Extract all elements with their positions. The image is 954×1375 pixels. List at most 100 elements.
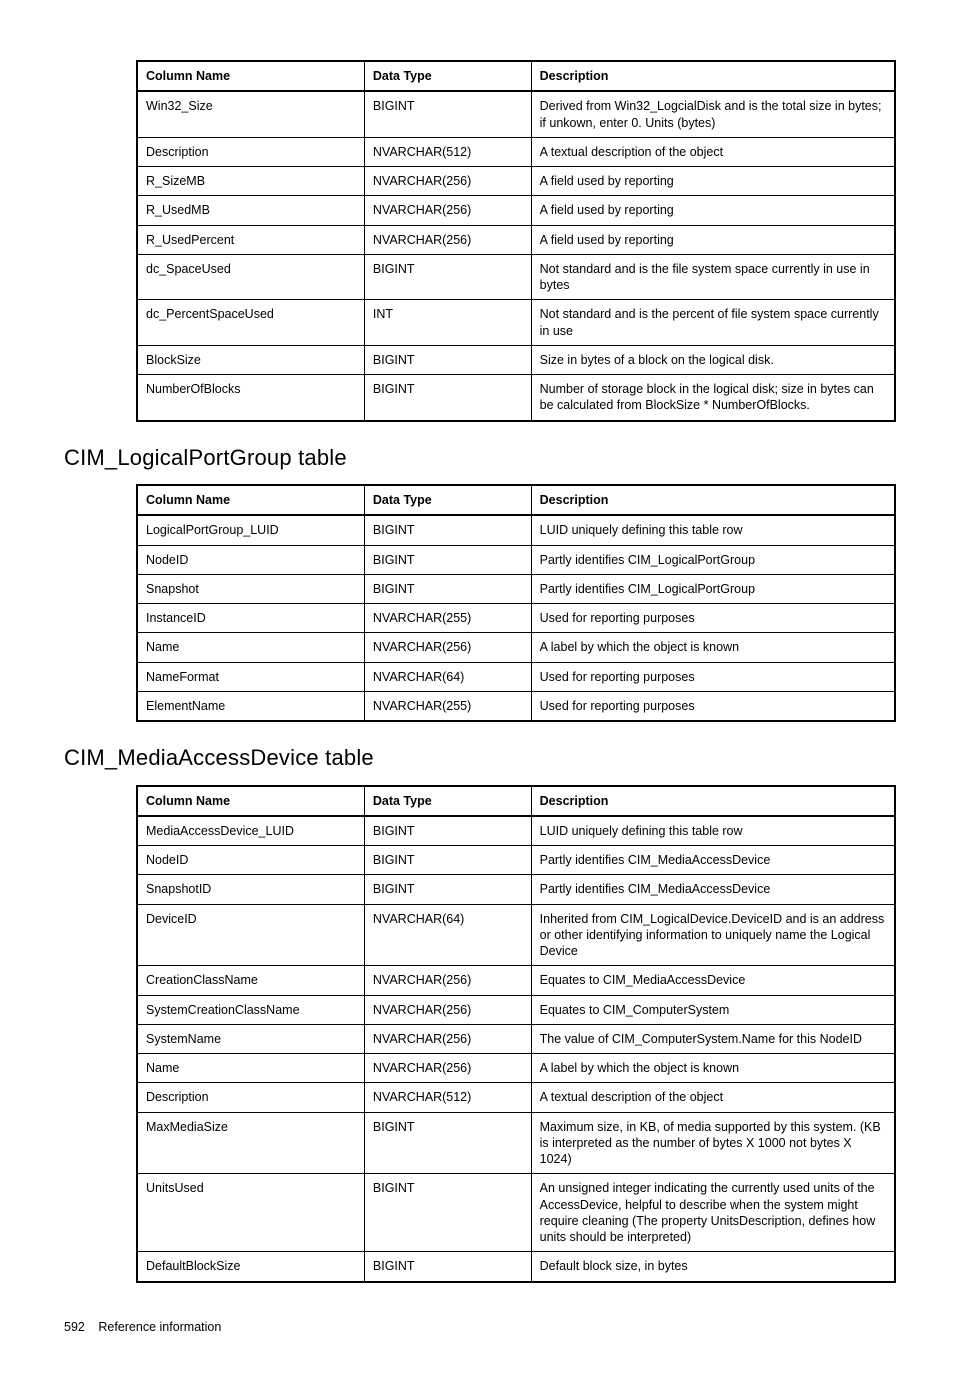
cell-type: NVARCHAR(256): [364, 633, 531, 662]
cell-col: ElementName: [137, 691, 364, 721]
table-header-row: Column Name Data Type Description: [137, 485, 895, 515]
cell-type: NVARCHAR(256): [364, 196, 531, 225]
schema-table-3: Column Name Data Type Description MediaA…: [136, 785, 896, 1283]
table-body-1: Win32_SizeBIGINTDerived from Win32_Logci…: [137, 91, 895, 420]
cell-type: BIGINT: [364, 254, 531, 300]
cell-desc: Partly identifies CIM_LogicalPortGroup: [531, 545, 895, 574]
schema-table-1: Column Name Data Type Description Win32_…: [136, 60, 896, 422]
cell-desc: Not standard and is the percent of file …: [531, 300, 895, 346]
table-row: UnitsUsedBIGINTAn unsigned integer indic…: [137, 1174, 895, 1252]
col-header-type: Data Type: [364, 485, 531, 515]
cell-desc: A field used by reporting: [531, 167, 895, 196]
table-row: DescriptionNVARCHAR(512)A textual descri…: [137, 137, 895, 166]
cell-type: NVARCHAR(512): [364, 1083, 531, 1112]
cell-desc: A field used by reporting: [531, 225, 895, 254]
col-header-desc: Description: [531, 786, 895, 816]
cell-type: NVARCHAR(256): [364, 966, 531, 995]
cell-col: Win32_Size: [137, 91, 364, 137]
cell-col: R_SizeMB: [137, 167, 364, 196]
table-row: ElementNameNVARCHAR(255)Used for reporti…: [137, 691, 895, 721]
cell-desc: LUID uniquely defining this table row: [531, 515, 895, 545]
cell-col: MediaAccessDevice_LUID: [137, 816, 364, 846]
col-header-desc: Description: [531, 61, 895, 91]
cell-type: BIGINT: [364, 1112, 531, 1174]
table-body-2: LogicalPortGroup_LUIDBIGINTLUID uniquely…: [137, 515, 895, 721]
cell-desc: A field used by reporting: [531, 196, 895, 225]
table-header-row: Column Name Data Type Description: [137, 786, 895, 816]
cell-type: NVARCHAR(256): [364, 1054, 531, 1083]
cell-type: BIGINT: [364, 91, 531, 137]
cell-col: SnapshotID: [137, 875, 364, 904]
cell-col: BlockSize: [137, 345, 364, 374]
cell-col: DefaultBlockSize: [137, 1252, 364, 1282]
cell-desc: Used for reporting purposes: [531, 691, 895, 721]
page-footer: 592 Reference information: [64, 1319, 890, 1335]
cell-type: BIGINT: [364, 1252, 531, 1282]
section-title-logicalportgroup: CIM_LogicalPortGroup table: [64, 444, 890, 473]
table-row: Win32_SizeBIGINTDerived from Win32_Logci…: [137, 91, 895, 137]
cell-desc: The value of CIM_ComputerSystem.Name for…: [531, 1024, 895, 1053]
cell-desc: Used for reporting purposes: [531, 604, 895, 633]
col-header-name: Column Name: [137, 485, 364, 515]
table-row: dc_PercentSpaceUsedINTNot standard and i…: [137, 300, 895, 346]
table-row: DefaultBlockSizeBIGINTDefault block size…: [137, 1252, 895, 1282]
cell-type: NVARCHAR(256): [364, 225, 531, 254]
table-row: dc_SpaceUsedBIGINTNot standard and is th…: [137, 254, 895, 300]
col-header-name: Column Name: [137, 61, 364, 91]
cell-type: NVARCHAR(512): [364, 137, 531, 166]
cell-type: BIGINT: [364, 846, 531, 875]
table-body-3: MediaAccessDevice_LUIDBIGINTLUID uniquel…: [137, 816, 895, 1282]
table-row: SystemNameNVARCHAR(256)The value of CIM_…: [137, 1024, 895, 1053]
table-row: MaxMediaSizeBIGINTMaximum size, in KB, o…: [137, 1112, 895, 1174]
cell-col: NodeID: [137, 545, 364, 574]
table-row: R_SizeMBNVARCHAR(256)A field used by rep…: [137, 167, 895, 196]
cell-type: BIGINT: [364, 875, 531, 904]
cell-col: Name: [137, 1054, 364, 1083]
table-row: NumberOfBlocksBIGINTNumber of storage bl…: [137, 375, 895, 421]
col-header-name: Column Name: [137, 786, 364, 816]
cell-desc: Used for reporting purposes: [531, 662, 895, 691]
cell-type: NVARCHAR(64): [364, 662, 531, 691]
table-header-row: Column Name Data Type Description: [137, 61, 895, 91]
table-row: SystemCreationClassNameNVARCHAR(256)Equa…: [137, 995, 895, 1024]
table-row: NameNVARCHAR(256)A label by which the ob…: [137, 633, 895, 662]
cell-desc: Partly identifies CIM_LogicalPortGroup: [531, 574, 895, 603]
cell-col: Description: [137, 137, 364, 166]
col-header-type: Data Type: [364, 786, 531, 816]
cell-desc: Partly identifies CIM_MediaAccessDevice: [531, 846, 895, 875]
cell-col: Name: [137, 633, 364, 662]
cell-desc: Partly identifies CIM_MediaAccessDevice: [531, 875, 895, 904]
cell-type: NVARCHAR(256): [364, 167, 531, 196]
cell-col: NodeID: [137, 846, 364, 875]
table-row: BlockSizeBIGINTSize in bytes of a block …: [137, 345, 895, 374]
table-row: CreationClassNameNVARCHAR(256)Equates to…: [137, 966, 895, 995]
cell-type: NVARCHAR(255): [364, 691, 531, 721]
table-row: InstanceIDNVARCHAR(255)Used for reportin…: [137, 604, 895, 633]
table-row: R_UsedPercentNVARCHAR(256)A field used b…: [137, 225, 895, 254]
cell-col: CreationClassName: [137, 966, 364, 995]
cell-desc: Size in bytes of a block on the logical …: [531, 345, 895, 374]
cell-type: BIGINT: [364, 345, 531, 374]
cell-col: SystemCreationClassName: [137, 995, 364, 1024]
cell-desc: Equates to CIM_MediaAccessDevice: [531, 966, 895, 995]
cell-desc: An unsigned integer indicating the curre…: [531, 1174, 895, 1252]
cell-type: NVARCHAR(256): [364, 995, 531, 1024]
cell-col: LogicalPortGroup_LUID: [137, 515, 364, 545]
cell-desc: A label by which the object is known: [531, 1054, 895, 1083]
cell-col: Snapshot: [137, 574, 364, 603]
table-row: NameNVARCHAR(256)A label by which the ob…: [137, 1054, 895, 1083]
cell-desc: Inherited from CIM_LogicalDevice.DeviceI…: [531, 904, 895, 966]
cell-desc: Default block size, in bytes: [531, 1252, 895, 1282]
cell-type: BIGINT: [364, 1174, 531, 1252]
cell-col: R_UsedMB: [137, 196, 364, 225]
table-row: MediaAccessDevice_LUIDBIGINTLUID uniquel…: [137, 816, 895, 846]
table-row: SnapshotIDBIGINTPartly identifies CIM_Me…: [137, 875, 895, 904]
table-row: NodeIDBIGINTPartly identifies CIM_MediaA…: [137, 846, 895, 875]
cell-desc: Equates to CIM_ComputerSystem: [531, 995, 895, 1024]
cell-col: NumberOfBlocks: [137, 375, 364, 421]
cell-type: NVARCHAR(64): [364, 904, 531, 966]
cell-col: R_UsedPercent: [137, 225, 364, 254]
cell-type: BIGINT: [364, 375, 531, 421]
section-title-mediaaccessdevice: CIM_MediaAccessDevice table: [64, 744, 890, 773]
cell-type: NVARCHAR(255): [364, 604, 531, 633]
